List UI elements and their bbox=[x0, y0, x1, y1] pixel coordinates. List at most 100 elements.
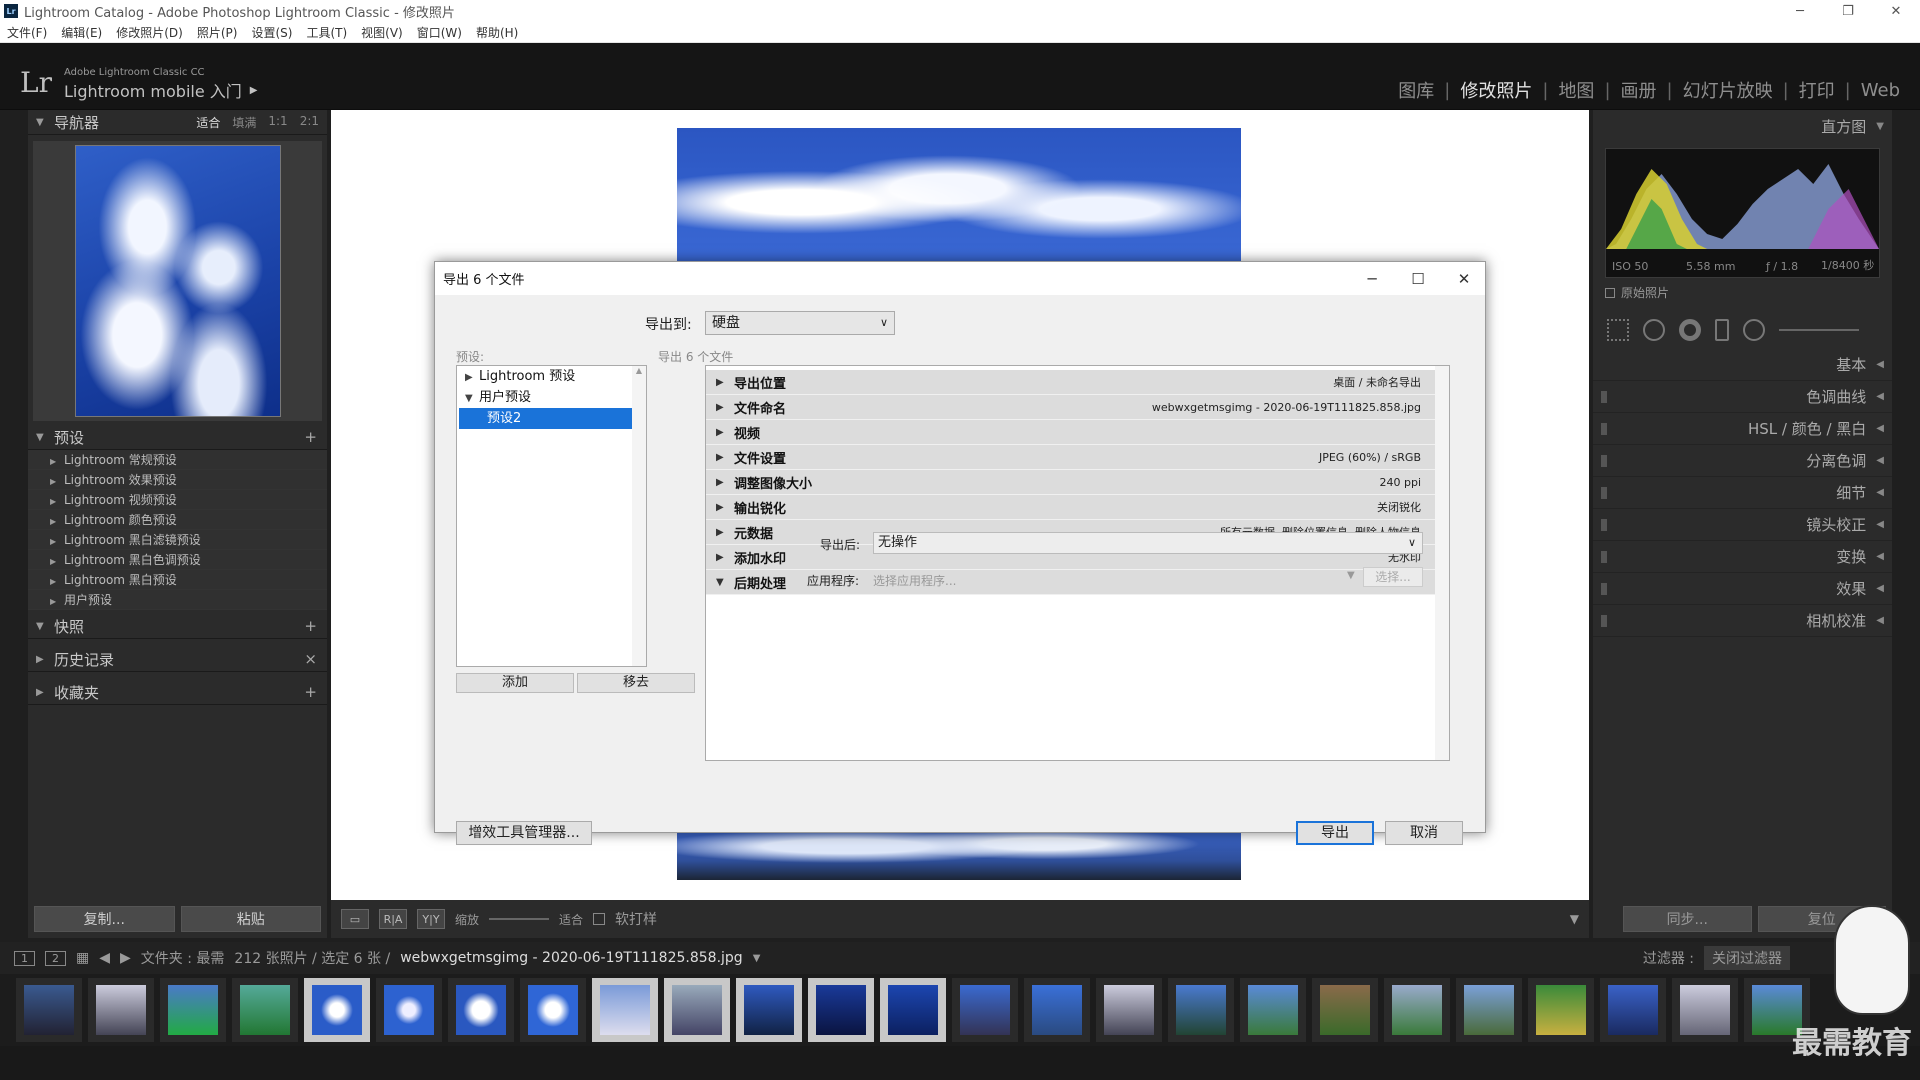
settings-scrollbar[interactable] bbox=[1435, 366, 1449, 760]
add-preset-button[interactable]: 添加 bbox=[456, 673, 574, 693]
histogram-header[interactable]: 直方图 ▼ bbox=[1593, 110, 1892, 142]
grid-icon[interactable]: ▦ bbox=[76, 950, 89, 966]
menu-settings[interactable]: 设置(S) bbox=[244, 24, 299, 41]
menu-window[interactable]: 窗口(W) bbox=[410, 24, 469, 41]
add-snapshot-icon[interactable]: + bbox=[304, 617, 317, 635]
filmstrip-thumb[interactable] bbox=[448, 978, 514, 1042]
preset-group-lightroom[interactable]: ▶ Lightroom 预设 bbox=[457, 366, 646, 387]
cancel-button[interactable]: 取消 bbox=[1385, 821, 1463, 845]
filmstrip-thumb[interactable] bbox=[88, 978, 154, 1042]
menu-photo[interactable]: 照片(P) bbox=[190, 24, 245, 41]
filmstrip-thumb-selected[interactable] bbox=[664, 978, 730, 1042]
collections-header[interactable]: ▶ 收藏夹 + bbox=[28, 680, 327, 705]
back-arrow-icon[interactable]: ◀ bbox=[99, 950, 110, 966]
navigator-thumbnail[interactable] bbox=[74, 145, 281, 417]
loupe-view-button[interactable]: ▭ bbox=[341, 909, 369, 929]
filmstrip-thumb-selected[interactable] bbox=[808, 978, 874, 1042]
red-eye-icon[interactable] bbox=[1679, 319, 1701, 341]
panel-switch-icon[interactable] bbox=[1601, 614, 1607, 627]
source-label[interactable]: 文件夹 : 最需 bbox=[141, 948, 225, 968]
dialog-minimize-icon[interactable]: ─ bbox=[1349, 262, 1395, 295]
panel-switch-icon[interactable] bbox=[1601, 518, 1607, 531]
main-photo[interactable] bbox=[677, 128, 1241, 263]
add-preset-icon[interactable]: + bbox=[304, 428, 317, 446]
after-export-select[interactable]: 无操作 ∨ bbox=[873, 532, 1423, 554]
filmstrip-thumb[interactable] bbox=[1312, 978, 1378, 1042]
panel-camera-calibration[interactable]: 相机校准 ◀ bbox=[1593, 605, 1892, 637]
graduated-filter-icon[interactable] bbox=[1715, 319, 1729, 341]
preset-folder[interactable]: ▶ Lightroom 效果预设 bbox=[28, 470, 327, 490]
softproof-checkbox[interactable] bbox=[593, 913, 606, 925]
crop-icon[interactable] bbox=[1607, 319, 1629, 341]
section-video[interactable]: ▶ 视频 bbox=[706, 420, 1435, 445]
filmstrip-thumb-selected[interactable] bbox=[880, 978, 946, 1042]
main-photo-bottom[interactable] bbox=[677, 832, 1241, 880]
navigator-header[interactable]: ▼ 导航器 适合 填满 1:1 2:1 bbox=[28, 110, 327, 135]
preset-folder[interactable]: ▶ Lightroom 黑白滤镜预设 bbox=[28, 530, 327, 550]
filmstrip-thumb[interactable] bbox=[160, 978, 226, 1042]
spot-removal-icon[interactable] bbox=[1643, 319, 1665, 341]
module-slideshow[interactable]: 幻灯片放映 bbox=[1673, 77, 1783, 103]
filmstrip-thumb[interactable] bbox=[520, 978, 586, 1042]
preset-item-selected[interactable]: 预设2 bbox=[459, 408, 646, 429]
preset-folder[interactable]: ▶ Lightroom 常规预设 bbox=[28, 450, 327, 470]
menu-help[interactable]: 帮助(H) bbox=[469, 24, 525, 41]
panel-tone-curve[interactable]: 色调曲线 ◀ bbox=[1593, 381, 1892, 413]
snapshots-header[interactable]: ▼ 快照 + bbox=[28, 614, 327, 639]
section-export-location[interactable]: ▶ 导出位置 桌面 / 未命名导出 bbox=[706, 370, 1435, 395]
export-to-select[interactable]: 硬盘 ∨ bbox=[705, 311, 895, 335]
filmstrip-thumb[interactable] bbox=[1672, 978, 1738, 1042]
zoom-fill[interactable]: 填满 bbox=[232, 114, 256, 131]
module-develop[interactable]: 修改照片 bbox=[1450, 77, 1542, 103]
filename-dropdown-icon[interactable]: ▼ bbox=[753, 953, 761, 964]
radial-filter-icon[interactable] bbox=[1743, 319, 1765, 341]
module-library[interactable]: 图库 bbox=[1388, 77, 1444, 103]
mobile-link[interactable]: Lightroom mobile 入门 ▶ bbox=[64, 78, 257, 102]
plugin-manager-button[interactable]: 增效工具管理器... bbox=[456, 821, 592, 845]
preset-scrollbar[interactable]: ▲ bbox=[632, 366, 646, 666]
filmstrip-thumb-selected[interactable] bbox=[592, 978, 658, 1042]
preset-folder[interactable]: ▶ Lightroom 黑白预设 bbox=[28, 570, 327, 590]
module-map[interactable]: 地图 bbox=[1548, 77, 1604, 103]
menu-view[interactable]: 视图(V) bbox=[354, 24, 410, 41]
panel-split-toning[interactable]: 分离色调 ◀ bbox=[1593, 445, 1892, 477]
presets-header[interactable]: ▼ 预设 + bbox=[28, 425, 327, 450]
view-1-button[interactable]: 1 bbox=[14, 950, 35, 966]
filmstrip-thumb[interactable] bbox=[1024, 978, 1090, 1042]
preset-folder[interactable]: ▶ Lightroom 颜色预设 bbox=[28, 510, 327, 530]
menu-file[interactable]: 文件(F) bbox=[0, 24, 54, 41]
panel-basic[interactable]: 基本 ◀ bbox=[1593, 349, 1892, 381]
module-web[interactable]: Web bbox=[1851, 80, 1910, 101]
preset-group-user[interactable]: ▼ 用户预设 bbox=[457, 387, 646, 408]
panel-switch-icon[interactable] bbox=[1601, 550, 1607, 563]
panel-switch-icon[interactable] bbox=[1601, 486, 1607, 499]
filmstrip-thumb[interactable] bbox=[952, 978, 1018, 1042]
close-icon[interactable]: ✕ bbox=[1874, 0, 1918, 22]
forward-arrow-icon[interactable]: ▶ bbox=[120, 950, 131, 966]
filter-select[interactable]: 关闭过滤器 bbox=[1704, 946, 1790, 970]
paste-button[interactable]: 粘贴 bbox=[180, 906, 321, 932]
zoom-1-1[interactable]: 1:1 bbox=[268, 114, 287, 131]
section-output-sharpening[interactable]: ▶ 输出锐化 关闭锐化 bbox=[706, 495, 1435, 520]
before-after-button[interactable]: R|A bbox=[379, 909, 407, 929]
menu-develop[interactable]: 修改照片(D) bbox=[109, 24, 190, 41]
history-header[interactable]: ▶ 历史记录 × bbox=[28, 647, 327, 672]
zoom-slider[interactable] bbox=[489, 918, 550, 920]
filmstrip-thumb-selected[interactable] bbox=[736, 978, 802, 1042]
sync-button[interactable]: 同步... bbox=[1623, 906, 1752, 932]
add-collection-icon[interactable]: + bbox=[304, 683, 317, 701]
preset-folder[interactable]: ▶ Lightroom 黑白色调预设 bbox=[28, 550, 327, 570]
copy-button[interactable]: 复制... bbox=[34, 906, 175, 932]
filmstrip-thumb[interactable] bbox=[16, 978, 82, 1042]
remove-preset-button[interactable]: 移去 bbox=[577, 673, 695, 693]
panel-effects[interactable]: 效果 ◀ bbox=[1593, 573, 1892, 605]
filmstrip-thumb[interactable] bbox=[232, 978, 298, 1042]
preset-folder[interactable]: ▶ 用户预设 bbox=[28, 590, 327, 610]
menu-edit[interactable]: 编辑(E) bbox=[54, 24, 109, 41]
histogram[interactable]: ISO 50 5.58 mm ƒ / 1.8 1/8400 秒 bbox=[1605, 148, 1880, 278]
view-2-button[interactable]: 2 bbox=[45, 950, 66, 966]
zoom-2-1[interactable]: 2:1 bbox=[300, 114, 319, 131]
filmstrip-thumb[interactable] bbox=[1600, 978, 1666, 1042]
dialog-maximize-icon[interactable]: ☐ bbox=[1395, 262, 1441, 295]
menu-tools[interactable]: 工具(T) bbox=[299, 24, 354, 41]
